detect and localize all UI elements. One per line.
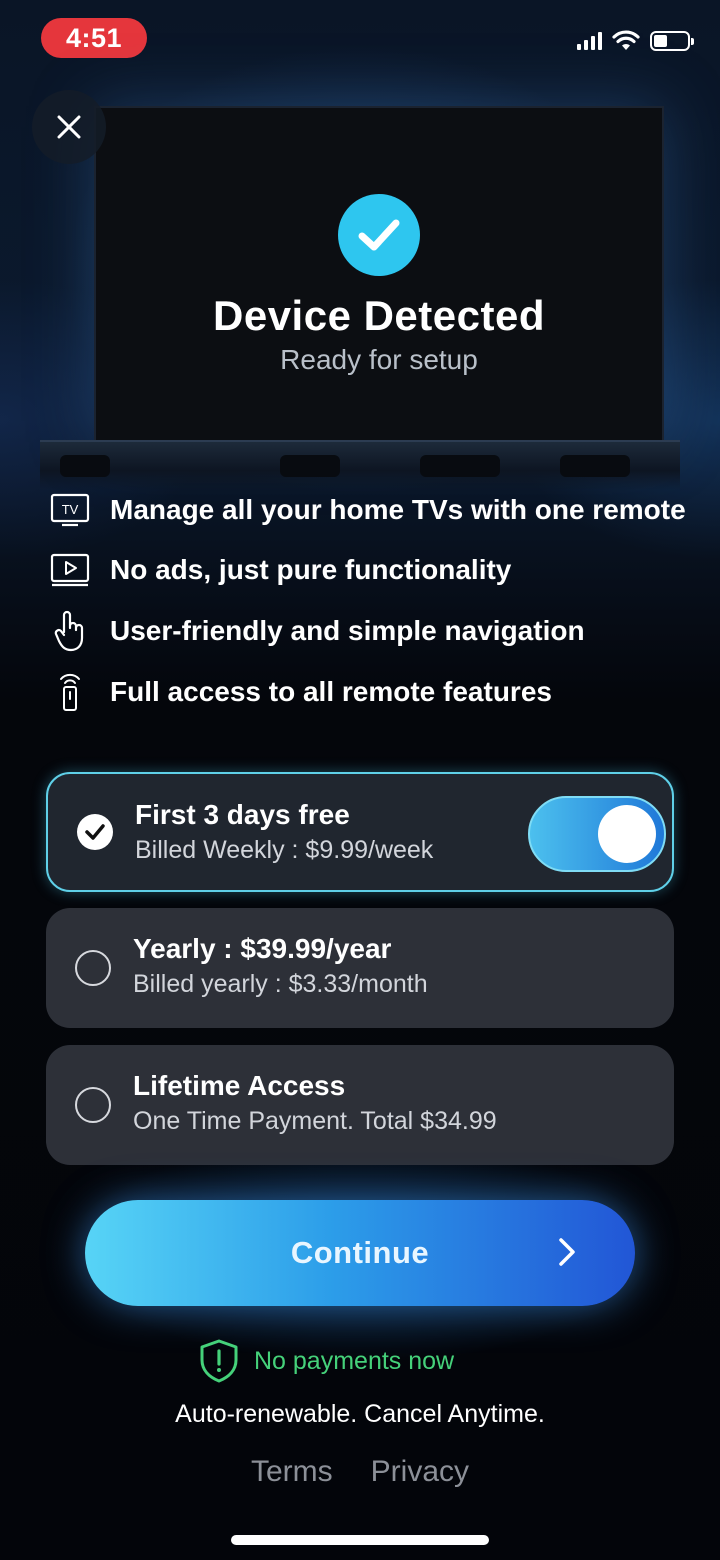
- plan-title: Yearly : $39.99/year: [133, 933, 392, 964]
- plan-option-weekly-trial[interactable]: First 3 days free Billed Weekly : $9.99/…: [46, 772, 674, 892]
- plan-title: Lifetime Access: [133, 1070, 346, 1101]
- hero-title: Device Detected: [213, 292, 545, 339]
- close-icon: [57, 115, 81, 139]
- feature-item: Full access to all remote features: [50, 672, 552, 712]
- plan-text: Lifetime Access One Time Payment. Total …: [133, 1069, 497, 1137]
- plan-text: Yearly : $39.99/year Billed yearly : $3.…: [133, 932, 428, 1000]
- feature-item: User-friendly and simple navigation: [50, 610, 585, 652]
- shield-alert-icon: [200, 1339, 238, 1383]
- privacy-link[interactable]: Privacy: [371, 1455, 469, 1489]
- terms-link[interactable]: Terms: [251, 1455, 333, 1489]
- plan-text: First 3 days free Billed Weekly : $9.99/…: [135, 798, 433, 866]
- legal-links: Terms Privacy: [0, 1455, 720, 1489]
- cellular-signal-icon: [577, 32, 602, 50]
- controller-illustration: [420, 455, 500, 477]
- continue-button[interactable]: Continue: [85, 1200, 635, 1306]
- console-illustration: [60, 455, 110, 477]
- plan-subtitle: One Time Payment. Total $34.99: [133, 1107, 497, 1135]
- check-circle-icon: [338, 194, 420, 276]
- feature-item: TV Manage all your home TVs with one rem…: [50, 490, 686, 530]
- plan-option-yearly[interactable]: Yearly : $39.99/year Billed yearly : $3.…: [46, 908, 674, 1028]
- feature-text: Manage all your home TVs with one remote: [110, 494, 686, 525]
- radio-selected-icon: [77, 814, 113, 850]
- hand-pointer-icon: [50, 610, 90, 652]
- plan-option-lifetime[interactable]: Lifetime Access One Time Payment. Total …: [46, 1045, 674, 1165]
- feature-text: User-friendly and simple navigation: [110, 615, 585, 646]
- no-payment-notice: No payments now: [198, 1338, 454, 1384]
- status-time: 4:51: [41, 18, 147, 58]
- renewal-note: Auto-renewable. Cancel Anytime.: [175, 1400, 545, 1428]
- continue-label: Continue: [290, 1235, 430, 1270]
- console-illustration: [560, 455, 630, 477]
- hero-subtitle: Ready for setup: [280, 344, 478, 375]
- wifi-icon: [612, 30, 640, 50]
- radio-unselected-icon: [75, 950, 111, 986]
- svg-text:TV: TV: [62, 502, 79, 517]
- feature-item: No ads, just pure functionality: [50, 550, 511, 590]
- free-trial-toggle[interactable]: [528, 796, 666, 872]
- remote-icon: [50, 672, 90, 712]
- plan-subtitle: Billed yearly : $3.33/month: [133, 970, 428, 998]
- radio-unselected-icon: [75, 1087, 111, 1123]
- controller-illustration: [280, 455, 340, 477]
- status-icons: [577, 30, 694, 52]
- battery-icon: [650, 31, 694, 51]
- play-screen-icon: [50, 550, 90, 590]
- no-payment-text: No payments now: [254, 1346, 455, 1375]
- tv-icon: TV: [50, 490, 90, 530]
- home-indicator[interactable]: [231, 1535, 489, 1545]
- feature-text: Full access to all remote features: [110, 676, 552, 707]
- paywall-screen: 4:51 Device Detected Ready for setup TV …: [0, 0, 720, 1560]
- feature-text: No ads, just pure functionality: [110, 554, 512, 585]
- plan-title: First 3 days free: [135, 799, 350, 830]
- chevron-right-icon: [559, 1238, 575, 1266]
- plan-subtitle: Billed Weekly : $9.99/week: [135, 836, 434, 864]
- close-button[interactable]: [32, 90, 106, 164]
